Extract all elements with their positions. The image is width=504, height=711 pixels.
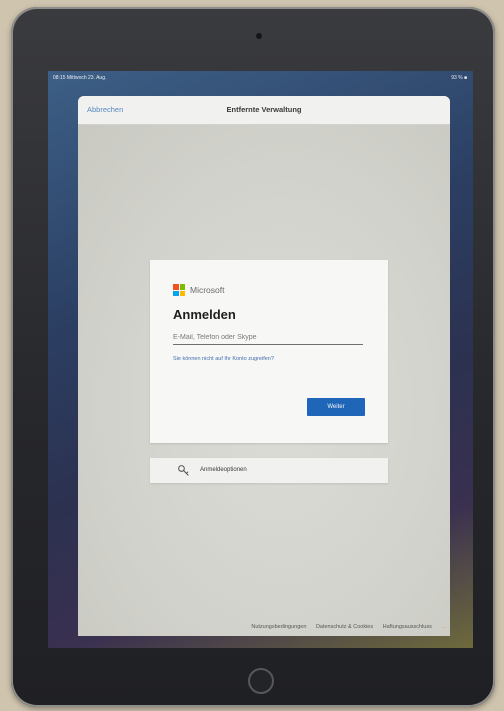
- microsoft-logo-icon: [173, 284, 185, 296]
- signin-options-button[interactable]: Anmeldeoptionen: [150, 458, 388, 483]
- privacy-link[interactable]: Datenschutz & Cookies: [316, 624, 373, 630]
- terms-link[interactable]: Nutzungsbedingungen: [251, 624, 306, 630]
- modal-sheet: Abbrechen Entfernte Verwaltung Microsoft…: [78, 96, 450, 636]
- status-battery: 93 % ■: [451, 75, 467, 81]
- logo-square-blue: [173, 290, 179, 296]
- status-bar: 08:15 Mittwoch 23. Aug. 93 % ■: [48, 71, 473, 85]
- sheet-title: Entfernte Verwaltung: [226, 105, 302, 114]
- ipad-device: 08:15 Mittwoch 23. Aug. 93 % ■ Abbrechen…: [11, 7, 495, 707]
- logo-square-green: [179, 284, 185, 290]
- signin-options-label: Anmeldeoptionen: [200, 467, 247, 473]
- front-camera: [256, 33, 262, 39]
- key-icon: [178, 465, 189, 476]
- login-card: Microsoft Anmelden Sie können nicht auf …: [150, 260, 388, 443]
- logo-square-red: [173, 284, 179, 290]
- next-button[interactable]: Weiter: [307, 398, 365, 416]
- home-button[interactable]: [248, 668, 274, 694]
- email-field[interactable]: [173, 330, 363, 345]
- signin-heading: Anmelden: [173, 307, 236, 322]
- logo-square-yellow: [179, 290, 185, 296]
- sheet-navbar: Abbrechen Entfernte Verwaltung: [78, 96, 450, 125]
- brand-name: Microsoft: [190, 285, 225, 295]
- imprint-link[interactable]: Haftungsausschluss: [383, 624, 432, 630]
- account-access-link[interactable]: Sie können nicht auf Ihr Konto zugreifen…: [173, 356, 274, 362]
- footer-links: Nutzungsbedingungen Datenschutz & Cookie…: [243, 624, 446, 630]
- ipad-screen: 08:15 Mittwoch 23. Aug. 93 % ■ Abbrechen…: [48, 71, 473, 648]
- status-time-date: 08:15 Mittwoch 23. Aug.: [53, 75, 107, 81]
- sheet-content: Microsoft Anmelden Sie können nicht auf …: [78, 125, 450, 636]
- more-options-button[interactable]: ...: [441, 624, 446, 630]
